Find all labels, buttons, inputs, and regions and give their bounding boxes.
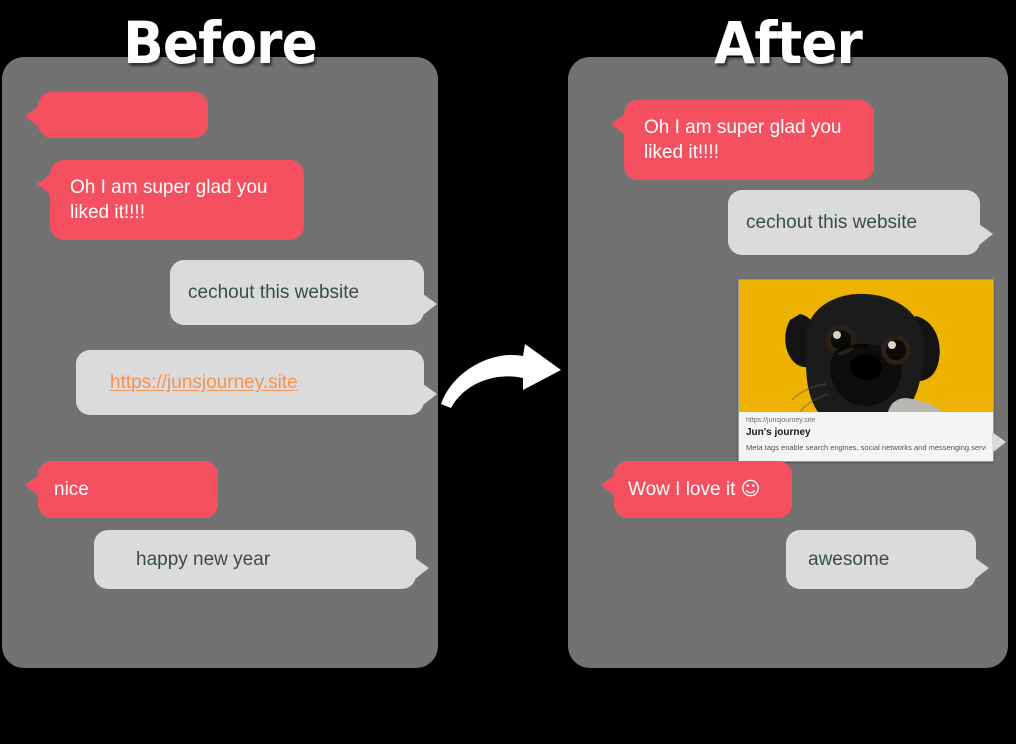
link-preview-image [739,280,993,412]
chat-bubble-sent-nice[interactable]: nice [25,461,218,519]
chat-bubble-text: cechout this website [746,212,918,233]
link-preview-meta: https://junsjourney.site Jun's journey M… [739,412,993,461]
chat-bubble-sent-glad[interactable]: Oh I am super glad you liked it!!!! [611,100,874,181]
curved-right-arrow-icon [437,340,569,412]
chat-bubble-sent-wow[interactable]: Wow I love it ☺ [601,461,792,519]
chat-bubble-sent-empty[interactable] [25,92,208,138]
chat-bubble-received-awesome[interactable]: awesome [786,530,989,590]
after-panel-title: After [714,9,863,77]
link-preview-url: https://junsjourney.site [746,417,816,424]
chat-link[interactable]: https://junsjourney.site [110,372,298,393]
before-chat-panel: Oh I am super glad you liked it!!!! cech… [2,57,438,668]
after-chat-panel: Oh I am super glad you liked it!!!! cech… [568,57,1008,668]
chat-bubble-text: Oh I am super glad you liked it!!!! [70,177,268,224]
chat-bubble-received-cechout[interactable]: cechout this website [728,190,993,256]
link-preview-title: Jun's journey [746,427,811,439]
chat-bubble-text: nice [54,479,89,500]
chat-bubble-received-hny[interactable]: happy new year [94,530,429,590]
link-preview-card[interactable]: https://junsjourney.site Jun's journey M… [738,279,1006,462]
chat-bubble-text: awesome [808,549,890,570]
link-preview-description: Meta tags enable search engines, social … [746,443,986,453]
chat-bubble-received-link[interactable]: https://junsjourney.site [76,350,437,416]
chat-bubble-text: Oh I am super glad you liked it!!!! [644,117,842,164]
comparison-graphic: Before After Oh I am super glad you like… [0,0,1016,744]
chat-bubble-text: Wow I love it [628,479,736,500]
smiley-emoji-icon: ☺ [740,478,761,500]
chat-bubble-text: cechout this website [188,282,360,303]
before-panel-title: Before [123,9,318,77]
chat-bubble-text: happy new year [136,549,271,570]
chat-bubble-received-cechout[interactable]: cechout this website [170,260,437,326]
chat-bubble-sent-glad[interactable]: Oh I am super glad you liked it!!!! [37,160,304,241]
